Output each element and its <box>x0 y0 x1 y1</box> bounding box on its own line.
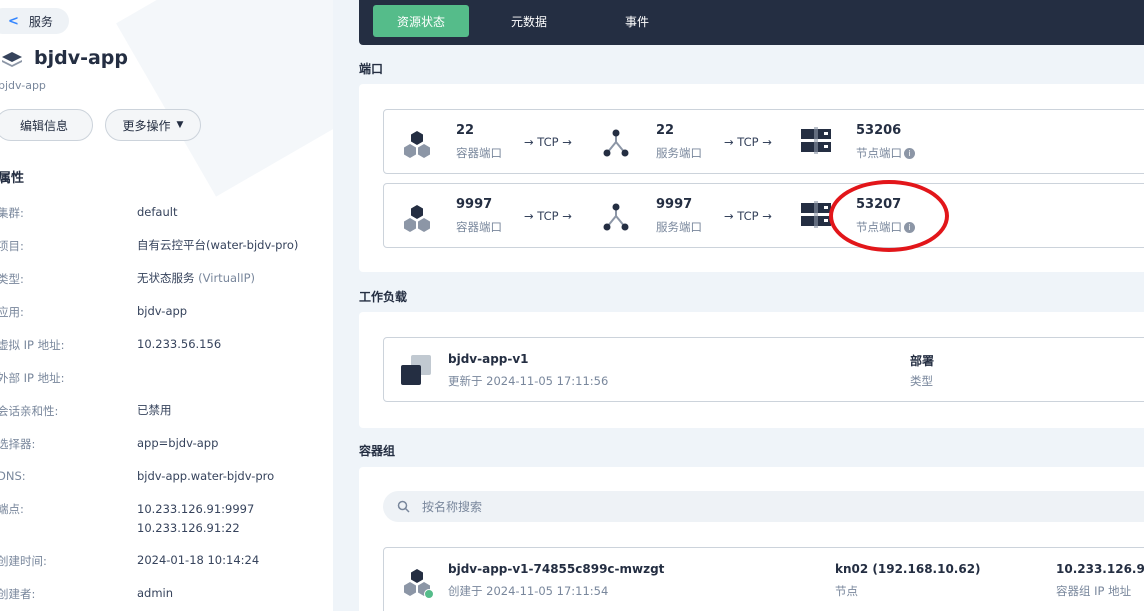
prop-value: 自有云控平台(water-bjdv-pro) <box>137 238 299 252</box>
service-port: 22 <box>656 123 675 138</box>
tab-resource-status[interactable]: 资源状态 <box>373 5 469 37</box>
container-port-label: 容器端口 <box>456 220 502 234</box>
prop-key: 会话亲和性: <box>0 404 59 418</box>
prop-value: 无状态服务 (VirtualIP) <box>137 268 255 288</box>
detail-sidebar: < 服务 bjdv-app bjdv-app 编辑信息 更多操作 ▼ 属性 集群… <box>0 0 333 611</box>
pod-name[interactable]: bjdv-app-v1-74855c899c-mwzgt <box>448 562 664 576</box>
pod-ip: 10.233.126.91 <box>1056 562 1144 576</box>
pod-ip-label: 容器组 IP 地址 <box>1056 584 1132 598</box>
pods-title: 容器组 <box>359 444 396 458</box>
prop-key: 应用: <box>0 305 24 319</box>
service-port: 9997 <box>656 197 693 212</box>
service-topology-icon <box>603 203 629 231</box>
edit-info-label: 编辑信息 <box>19 118 68 133</box>
prop-value: 10.233.126.91:9997 <box>137 502 255 516</box>
main-content: 资源状态 元数据 事件 端口 22 容器端口 → TCP → 22 服务端口 →… <box>359 0 1144 611</box>
workload-updated: 更新于 2024-11-05 17:11:56 <box>448 374 609 388</box>
workload-title: 工作负载 <box>359 290 408 304</box>
pod-icon <box>404 569 434 599</box>
search-icon <box>397 500 410 513</box>
type-value: 无状态服务 <box>137 271 195 285</box>
service-header: bjdv-app <box>0 46 128 70</box>
container-port: 22 <box>456 123 475 138</box>
prop-key: 类型: <box>0 272 24 286</box>
tcp-arrow: → TCP → <box>524 209 572 223</box>
ports-panel: 22 容器端口 → TCP → 22 服务端口 → TCP → 53206 节点… <box>359 84 1144 272</box>
pod-node-label: 节点 <box>835 584 858 598</box>
back-label: 服务 <box>28 14 53 29</box>
tab-bar: 资源状态 元数据 事件 <box>359 0 1144 45</box>
tcp-arrow: → TCP → <box>524 135 572 149</box>
container-port: 9997 <box>456 197 493 212</box>
node-server-icon <box>801 127 831 154</box>
prop-value: app=bjdv-app <box>137 436 219 450</box>
prop-key: 创建者: <box>0 587 36 601</box>
prop-key: 创建时间: <box>0 554 47 568</box>
service-title: bjdv-app <box>34 47 129 69</box>
prop-value: admin <box>137 586 174 600</box>
workload-kind: 部署 <box>910 354 935 368</box>
prop-key: 虚拟 IP 地址: <box>0 338 65 352</box>
prop-key: 集群: <box>0 206 24 220</box>
prop-key: DNS: <box>0 469 26 483</box>
more-actions-label: 更多操作 <box>122 118 171 133</box>
port-row: 22 容器端口 → TCP → 22 服务端口 → TCP → 53206 节点… <box>383 109 1144 174</box>
prop-value: bjdv-app.water-bjdv-pro <box>137 469 275 483</box>
pod-search-input[interactable]: 按名称搜索 <box>383 491 1144 522</box>
workload-kind-label: 类型 <box>910 374 933 388</box>
ports-title: 端口 <box>359 62 384 76</box>
container-icon <box>404 205 430 232</box>
search-placeholder: 按名称搜索 <box>422 500 483 514</box>
service-subtitle: bjdv-app <box>0 79 46 92</box>
workload-card[interactable]: bjdv-app-v1 更新于 2024-11-05 17:11:56 部署 类… <box>383 337 1144 402</box>
service-port-label: 服务端口 <box>656 146 702 160</box>
prop-key: 选择器: <box>0 437 36 451</box>
attributes-title: 属性 <box>0 171 25 186</box>
prop-key: 项目: <box>0 239 24 253</box>
prop-value: 2024-01-18 10:14:24 <box>137 553 260 567</box>
edit-info-button[interactable]: 编辑信息 <box>0 109 93 141</box>
prop-key: 外部 IP 地址: <box>0 371 65 385</box>
prop-value: 10.233.56.156 <box>137 337 222 351</box>
pod-node: kn02 (192.168.10.62) <box>835 562 981 576</box>
prop-value: 已禁用 <box>137 403 172 417</box>
workload-name[interactable]: bjdv-app-v1 <box>448 352 529 366</box>
port-row: 9997 容器端口 → TCP → 9997 服务端口 → TCP → 5320… <box>383 183 1144 248</box>
prop-value: default <box>137 205 178 219</box>
node-port: 53206 <box>856 123 902 138</box>
node-port-label: 节点端口 i <box>856 145 915 161</box>
tcp-arrow: → TCP → <box>724 209 772 223</box>
service-icon <box>2 52 22 67</box>
tab-metadata[interactable]: 元数据 <box>489 5 569 37</box>
caret-down-icon: ▼ <box>176 120 184 130</box>
tab-events[interactable]: 事件 <box>597 5 677 37</box>
pod-card[interactable]: bjdv-app-v1-74855c899c-mwzgt 创建于 2024-11… <box>383 547 1144 611</box>
tcp-arrow: → TCP → <box>724 135 772 149</box>
prop-value: bjdv-app <box>137 304 188 318</box>
red-circle-annotation <box>829 180 949 252</box>
container-port-label: 容器端口 <box>456 146 502 160</box>
service-topology-icon <box>603 129 629 157</box>
prop-value-2: 10.233.126.91:22 <box>137 521 240 535</box>
node-server-icon <box>801 201 831 228</box>
back-to-services-button[interactable]: < 服务 <box>0 8 69 34</box>
chevron-left-icon: < <box>8 13 19 29</box>
prop-key: 端点: <box>0 502 24 516</box>
workload-panel: bjdv-app-v1 更新于 2024-11-05 17:11:56 部署 类… <box>359 312 1144 428</box>
type-extra: (VirtualIP) <box>198 271 256 285</box>
background-decoration <box>116 0 333 197</box>
container-icon <box>404 131 430 158</box>
deployment-icon <box>401 355 431 385</box>
pod-created: 创建于 2024-11-05 17:11:54 <box>448 584 609 598</box>
service-port-label: 服务端口 <box>656 220 702 234</box>
info-icon[interactable]: i <box>904 148 915 159</box>
node-port-label-text: 节点端口 <box>856 146 902 160</box>
more-actions-button[interactable]: 更多操作 ▼ <box>105 109 201 141</box>
